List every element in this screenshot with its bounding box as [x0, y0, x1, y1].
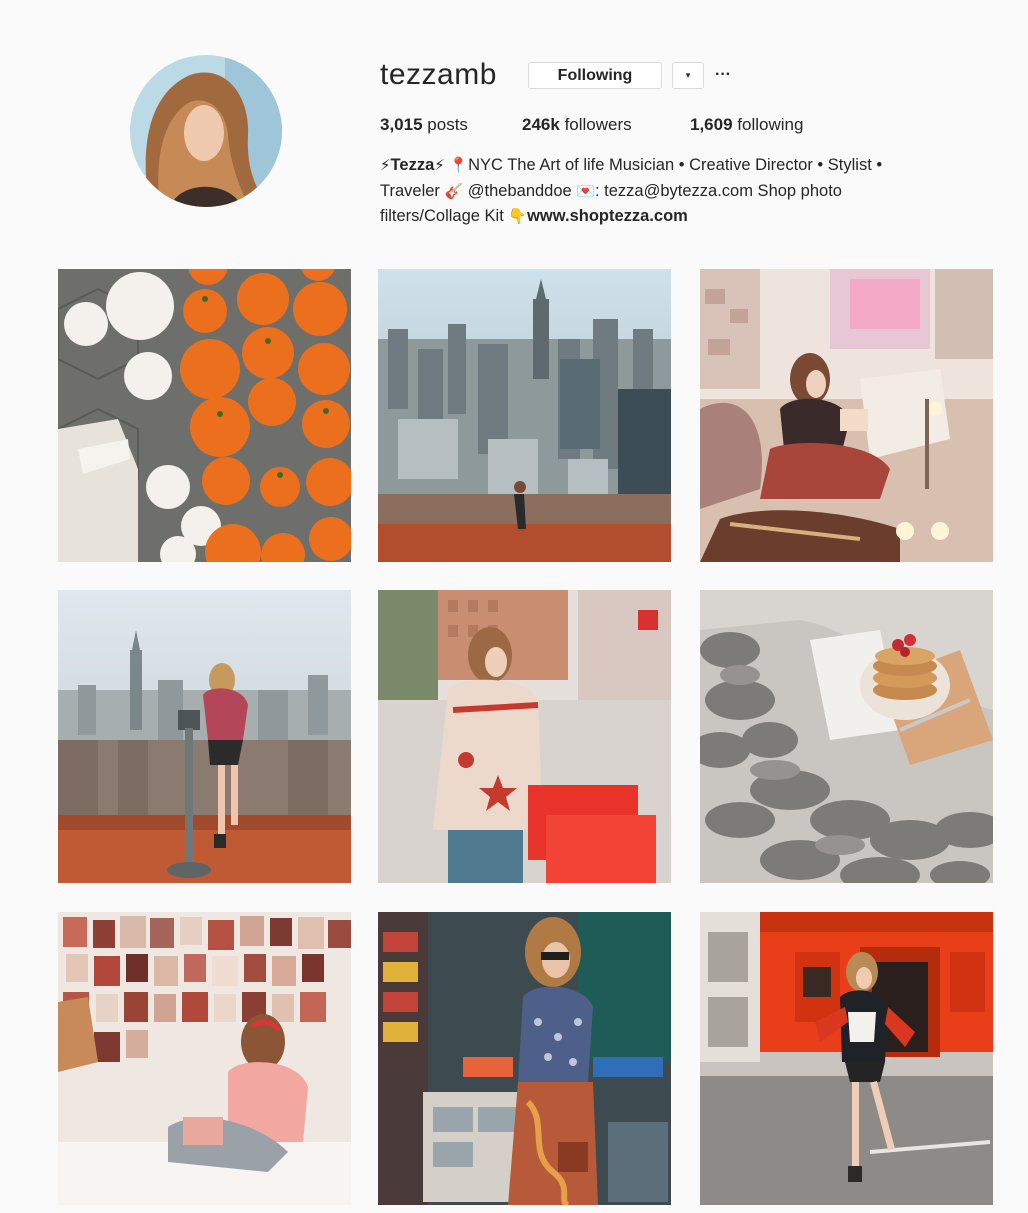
profile-avatar[interactable] [130, 55, 282, 207]
location-pin-icon: 📍 [449, 157, 469, 174]
post-tile-pancakes-blanket[interactable] [700, 590, 993, 883]
post-tile-pumpkins[interactable] [58, 269, 351, 562]
bio-text: NYC The Art of life Musician • Creative … [468, 156, 883, 174]
posts-count-label: posts [427, 115, 468, 134]
more-options-icon[interactable]: ··· [715, 62, 735, 89]
bio-text: : tezza@bytezza.com Shop photo [595, 181, 842, 200]
bio-text: filters/Collage Kit [380, 207, 504, 225]
followers-count-label: followers [564, 115, 632, 134]
post-tile-newsstand[interactable] [378, 912, 671, 1205]
post-tile-cozy-bedroom[interactable] [700, 269, 993, 562]
post-tile-photo-wall[interactable] [58, 912, 351, 1205]
post-tile-street-jacket[interactable] [378, 590, 671, 883]
posts-count: 3,015 posts [380, 115, 468, 135]
post-tile-city-skyline[interactable] [378, 269, 671, 562]
following-count-value: 1,609 [690, 115, 733, 134]
bio-line-3: filters/Collage Kit 👇www.shoptezza.com [380, 204, 1000, 230]
bio-line-1: ⚡Tezza⚡ 📍NYC The Art of life Musician • … [380, 153, 1000, 179]
lightning-bolt-icon: ⚡ [434, 157, 445, 174]
following-button[interactable]: Following [528, 62, 662, 89]
bio-website-link[interactable]: www.shoptezza.com [527, 207, 688, 225]
followers-link[interactable]: 246k followers [522, 115, 632, 135]
love-letter-icon: 💌 [576, 182, 595, 200]
bio-line-2: Traveler 🎸 @thebanddoe 💌: tezza@bytezza.… [380, 179, 1000, 205]
following-link[interactable]: 1,609 following [690, 115, 803, 135]
posts-count-value: 3,015 [380, 115, 423, 134]
bio-text: Traveler [380, 181, 440, 200]
chevron-down-icon[interactable]: ▾ [672, 62, 704, 89]
bio-handle-link[interactable]: @thebanddoe [468, 182, 572, 200]
profile-username: tezzamb [380, 58, 497, 91]
profile-bio: ⚡Tezza⚡ 📍NYC The Art of life Musician • … [380, 153, 1000, 230]
post-tile-observation-deck[interactable] [58, 590, 351, 883]
lightning-bolt-icon: ⚡ [380, 157, 391, 174]
guitar-icon: 🎸 [444, 182, 464, 200]
post-tile-red-storefront[interactable] [700, 912, 993, 1205]
followers-count-value: 246k [522, 115, 560, 134]
bio-name: Tezza [390, 156, 435, 174]
following-count-label: following [737, 115, 804, 134]
pointing-down-icon: 👇 [508, 208, 528, 225]
